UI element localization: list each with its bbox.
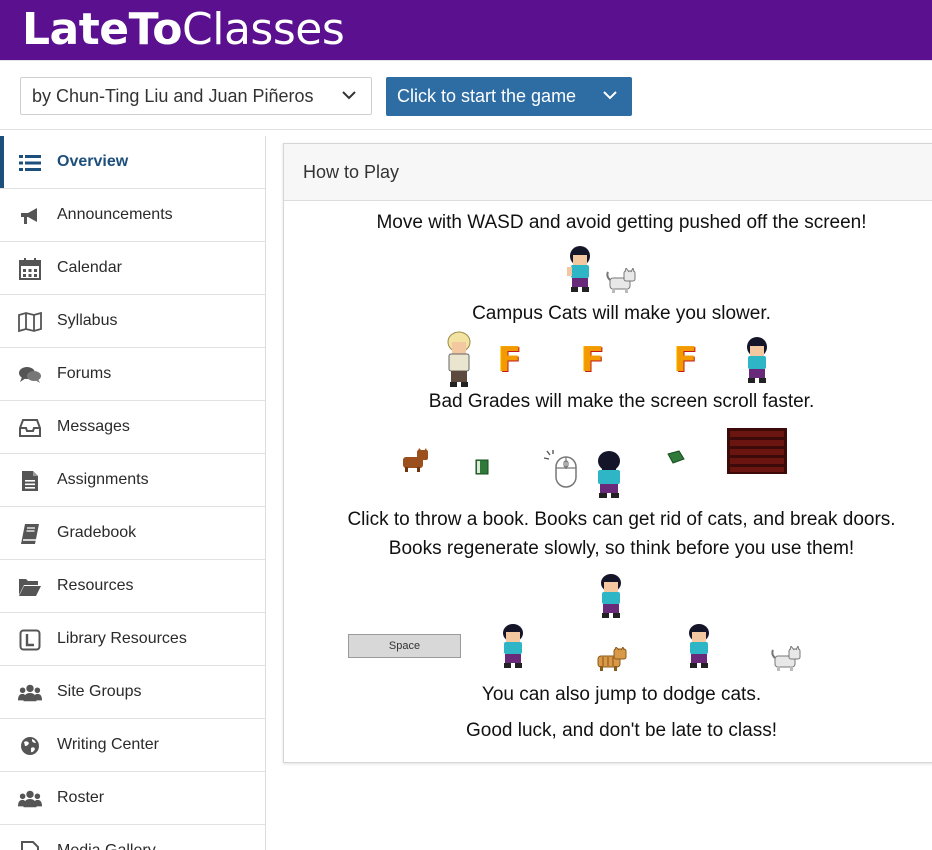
- sidebar-item-label: Writing Center: [57, 736, 159, 753]
- brand-logo[interactable]: LateToClasses: [22, 8, 345, 52]
- book-icon: [18, 522, 42, 546]
- sidebar-item-label: Messages: [57, 418, 130, 435]
- app-header: LateToClasses: [0, 0, 932, 60]
- cat-sprite: [771, 646, 801, 671]
- brand-light: Classes: [182, 4, 345, 55]
- toolbar: by Chun-Ting Liu and Juan Piñeros Click …: [0, 60, 932, 130]
- globe-icon: [18, 734, 42, 758]
- list-icon: [18, 151, 42, 175]
- sidebar-item-label: Syllabus: [57, 312, 118, 329]
- start-game-label: Click to start the game: [397, 86, 577, 106]
- player-sprite: [601, 574, 621, 618]
- book-sprite: [667, 450, 685, 464]
- bad-grade-sprite: F: [498, 340, 522, 380]
- users-icon: [18, 787, 42, 811]
- sidebar-item-label: Library Resources: [57, 630, 187, 647]
- instruction-luck: Good luck, and don't be late to class!: [466, 720, 777, 741]
- mouse-icon: [543, 450, 577, 488]
- users-icon: [18, 681, 42, 705]
- sidebar-item-site-groups[interactable]: Site Groups: [0, 666, 265, 719]
- cat-sprite: [597, 647, 627, 671]
- sidebar-item-calendar[interactable]: Calendar: [0, 242, 265, 295]
- sidebar-item-label: Assignments: [57, 471, 149, 488]
- sidebar: Overview Announcements Calendar Syllabus…: [0, 136, 266, 850]
- cat-sprite: [606, 268, 636, 293]
- sidebar-item-label: Roster: [57, 789, 105, 806]
- site-select[interactable]: by Chun-Ting Liu and Juan Piñeros: [20, 77, 372, 115]
- sidebar-item-label: Resources: [57, 577, 134, 594]
- cat-sprite: [403, 448, 428, 472]
- sidebar-item-announcements[interactable]: Announcements: [0, 189, 265, 242]
- chat-bubbles-icon: [18, 363, 42, 387]
- sidebar-item-label: Calendar: [57, 259, 122, 276]
- instruction-jump: You can also jump to dodge cats.: [481, 684, 762, 705]
- instruction-regen: Books regenerate slowly, so think before…: [388, 538, 855, 559]
- map-icon: [18, 310, 42, 334]
- sidebar-item-label: Announcements: [57, 206, 173, 223]
- inbox-icon: [18, 416, 42, 440]
- sidebar-item-media-gallery[interactable]: Media Gallery: [0, 825, 265, 850]
- sidebar-item-messages[interactable]: Messages: [0, 401, 265, 454]
- player-sprite: [598, 451, 620, 498]
- door-sprite: [727, 428, 787, 474]
- sidebar-item-label: Site Groups: [57, 683, 142, 700]
- document-icon: [18, 469, 42, 493]
- sidebar-item-forums[interactable]: Forums: [0, 348, 265, 401]
- space-key-icon: Space: [348, 634, 461, 658]
- how-to-play-panel: How to Play Move with WASD and avoid get…: [283, 143, 932, 763]
- bad-grade-sprite: F: [581, 340, 605, 380]
- media-icon: [18, 840, 42, 850]
- library-l-icon: [18, 628, 42, 652]
- start-game-button[interactable]: Click to start the game: [386, 77, 632, 116]
- sidebar-item-library-resources[interactable]: Library Resources: [0, 613, 265, 666]
- player-sprite: [689, 624, 709, 668]
- sidebar-item-roster[interactable]: Roster: [0, 772, 265, 825]
- sidebar-item-label: Forums: [57, 365, 112, 382]
- sidebar-item-label: Gradebook: [57, 524, 137, 541]
- player-sprite: [447, 331, 471, 387]
- chevron-down-icon: [602, 87, 618, 108]
- megaphone-icon: [18, 204, 42, 228]
- sidebar-item-overview[interactable]: Overview: [0, 136, 265, 189]
- instruction-cats: Campus Cats will make you slower.: [472, 303, 771, 324]
- instruction-throw: Click to throw a book. Books can get rid…: [347, 509, 896, 530]
- sidebar-item-writing-center[interactable]: Writing Center: [0, 719, 265, 772]
- site-select-value: by Chun-Ting Liu and Juan Piñeros: [32, 85, 314, 106]
- calendar-icon: [18, 257, 42, 281]
- bad-grade-sprite: F: [674, 340, 698, 380]
- sidebar-item-label: Media Gallery: [57, 842, 156, 850]
- instruction-move: Move with WASD and avoid getting pushed …: [376, 212, 867, 233]
- book-sprite: [475, 459, 489, 475]
- player-sprite: [747, 337, 767, 383]
- sidebar-item-assignments[interactable]: Assignments: [0, 454, 265, 507]
- chevron-down-icon: [341, 87, 357, 108]
- folder-open-icon: [18, 575, 42, 599]
- player-sprite: [503, 624, 523, 668]
- sidebar-item-syllabus[interactable]: Syllabus: [0, 295, 265, 348]
- sidebar-item-label: Overview: [57, 153, 129, 170]
- sidebar-item-gradebook[interactable]: Gradebook: [0, 507, 265, 560]
- panel-title: How to Play: [284, 144, 932, 201]
- instruction-grades: Bad Grades will make the screen scroll f…: [428, 391, 815, 412]
- player-sprite: [567, 246, 590, 292]
- brand-bold: LateTo: [22, 4, 183, 55]
- sidebar-item-resources[interactable]: Resources: [0, 560, 265, 613]
